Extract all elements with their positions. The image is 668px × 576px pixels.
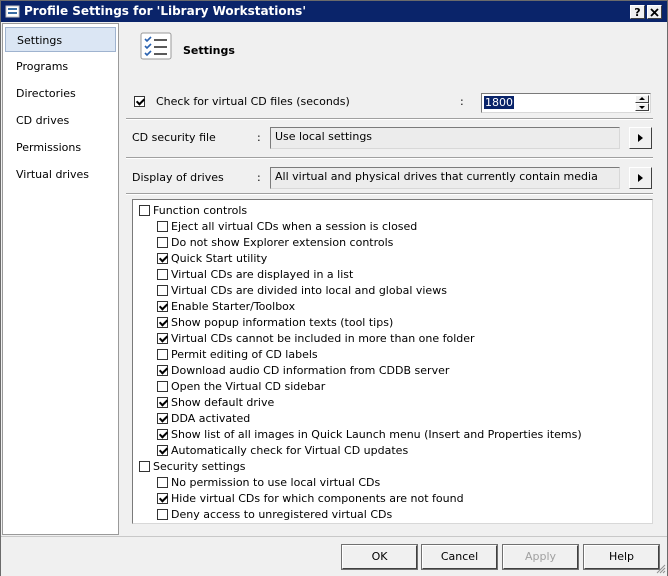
option-checkbox[interactable] <box>157 413 168 424</box>
option-label: Eject all virtual CDs when a session is … <box>171 220 418 233</box>
option-label: Automatically check for Virtual CD updat… <box>171 444 409 457</box>
divider <box>126 193 653 195</box>
display-drives-label: Display of drives <box>132 171 224 184</box>
option-label: Permit editing of CD labels <box>171 348 318 361</box>
option-checkbox[interactable] <box>157 445 168 456</box>
option-checkbox[interactable] <box>157 301 168 312</box>
settings-nav: Settings Programs Directories CD drives … <box>2 23 119 535</box>
option-checkbox[interactable] <box>157 381 168 392</box>
window-title: Profile Settings for 'Library Workstatio… <box>24 4 306 18</box>
option-label: Show default drive <box>171 396 275 409</box>
help-title-button[interactable]: ? <box>630 5 645 19</box>
display-drives-browse-button[interactable] <box>629 167 652 189</box>
options-list: Function controls Eject all virtual CDs w… <box>132 199 653 524</box>
divider <box>126 118 653 120</box>
page-title: Settings <box>183 44 235 57</box>
ok-button[interactable]: OK <box>341 544 418 570</box>
check-interval-value[interactable]: 1800 <box>484 96 514 109</box>
option-checkbox[interactable] <box>157 253 168 264</box>
option-label: Hide virtual CDs for which components ar… <box>171 492 464 505</box>
option-checkbox[interactable] <box>157 237 168 248</box>
option-label: Open the Virtual CD sidebar <box>171 380 326 393</box>
option-checkbox[interactable] <box>157 493 168 504</box>
option-label: Function controls <box>153 204 248 217</box>
close-icon <box>650 8 659 17</box>
nav-item-settings[interactable]: Settings <box>5 27 116 52</box>
resize-grip-icon[interactable] <box>656 564 666 574</box>
option-checkbox[interactable] <box>157 429 168 440</box>
option-checkbox[interactable] <box>157 285 168 296</box>
display-drives-field: All virtual and physical drives that cur… <box>270 167 620 189</box>
option-label: Show list of all images in Quick Launch … <box>171 428 582 441</box>
cd-security-browse-button[interactable] <box>629 127 652 149</box>
apply-button[interactable]: Apply <box>502 544 579 570</box>
option-label: Virtual CDs are displayed in a list <box>171 268 354 281</box>
option-label: Deny access to unregistered virtual CDs <box>171 508 393 521</box>
option-checkbox[interactable] <box>157 349 168 360</box>
option-checkbox[interactable] <box>139 205 150 216</box>
option-label: DDA activated <box>171 412 251 425</box>
option-label: Do not show Explorer extension controls <box>171 236 394 249</box>
nav-item-directories[interactable]: Directories <box>5 81 116 106</box>
cancel-button[interactable]: Cancel <box>421 544 498 570</box>
option-checkbox[interactable] <box>157 477 168 488</box>
help-button[interactable]: Help <box>583 544 660 570</box>
cd-security-label: CD security file <box>132 131 216 144</box>
option-checkbox[interactable] <box>157 509 168 520</box>
option-checkbox[interactable] <box>157 317 168 328</box>
option-label: Quick Start utility <box>171 252 268 265</box>
checklist-icon <box>140 32 172 60</box>
spin-up-icon[interactable] <box>635 95 649 103</box>
option-label: No permission to use local virtual CDs <box>171 476 381 489</box>
option-checkbox[interactable] <box>157 365 168 376</box>
check-virtual-colon: : <box>460 95 464 108</box>
option-checkbox[interactable] <box>157 397 168 408</box>
check-virtual-checkbox[interactable] <box>134 96 145 107</box>
close-button[interactable] <box>647 5 662 19</box>
nav-item-virtual-drives[interactable]: Virtual drives <box>5 162 116 187</box>
app-icon <box>5 5 20 18</box>
nav-item-cd-drives[interactable]: CD drives <box>5 108 116 133</box>
option-label: Virtual CDs are divided into local and g… <box>171 284 447 297</box>
option-label: Virtual CDs cannot be included in more t… <box>171 332 475 345</box>
option-checkbox[interactable] <box>157 333 168 344</box>
spin-down-icon[interactable] <box>635 103 649 111</box>
option-label: Security settings <box>153 460 246 473</box>
option-checkbox[interactable] <box>139 461 150 472</box>
cd-security-field: Use local settings <box>270 127 620 149</box>
check-interval-spinner[interactable]: 1800 <box>481 93 651 113</box>
option-checkbox[interactable] <box>157 221 168 232</box>
display-drives-colon: : <box>257 171 261 184</box>
option-checkbox[interactable] <box>157 269 168 280</box>
option-label: Download audio CD information from CDDB … <box>171 364 450 377</box>
option-label: Enable Starter/Toolbox <box>171 300 296 313</box>
cd-security-colon: : <box>257 131 261 144</box>
nav-item-programs[interactable]: Programs <box>5 54 116 79</box>
divider <box>126 157 653 159</box>
check-virtual-label: Check for virtual CD files (seconds) <box>156 95 350 108</box>
nav-item-permissions[interactable]: Permissions <box>5 135 116 160</box>
option-label: Show popup information texts (tool tips) <box>171 316 394 329</box>
title-bar[interactable]: Profile Settings for 'Library Workstatio… <box>1 1 667 22</box>
